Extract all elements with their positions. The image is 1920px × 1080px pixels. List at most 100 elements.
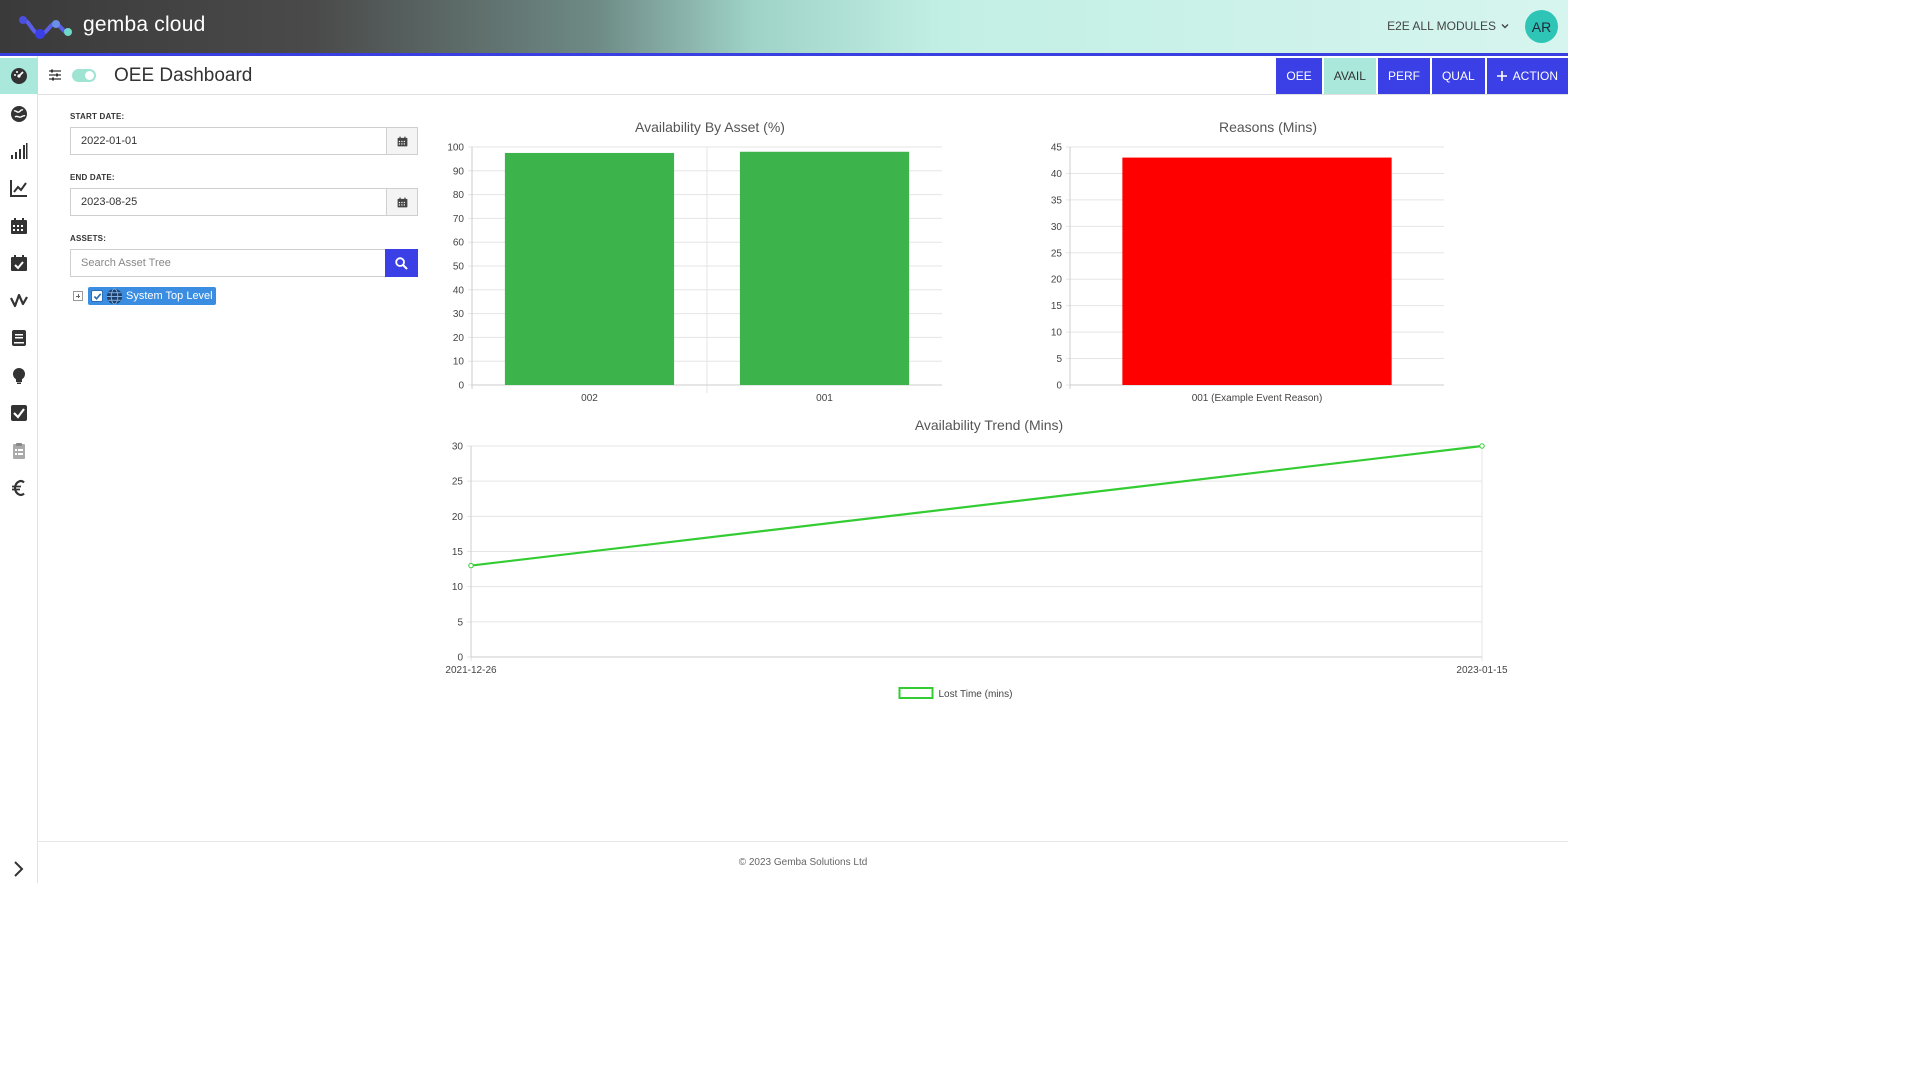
y-tick-label: 45	[1051, 143, 1063, 154]
tab-qual[interactable]: QUAL	[1431, 58, 1485, 94]
start-date-picker-button[interactable]	[386, 128, 417, 154]
x-tick-label: 2021-12-26	[445, 665, 497, 676]
calendar-icon	[11, 218, 27, 234]
signal-bars-icon	[11, 143, 28, 159]
bar	[739, 151, 910, 385]
globe-icon	[11, 106, 27, 122]
assets-label: ASSETS:	[70, 234, 107, 243]
globe-icon	[106, 287, 123, 305]
end-date-field	[70, 188, 418, 216]
y-tick-label: 20	[452, 512, 464, 523]
y-tick-label: 5	[1056, 354, 1062, 365]
tab-oee[interactable]: OEE	[1276, 58, 1322, 94]
y-tick-label: 0	[457, 653, 463, 664]
tree-node-checkbox[interactable]	[91, 290, 103, 302]
start-date-field	[70, 127, 418, 155]
availability-trend-chart: Availability Trend (Mins) 0 5 10 15 20 25 30 20…	[445, 417, 1508, 700]
y-tick-label: 50	[453, 262, 465, 273]
x-tick-label: 002	[581, 393, 598, 404]
y-tick-label: 0	[458, 381, 464, 392]
footer: © 2023 Gemba Solutions Ltd	[38, 841, 1568, 883]
page-title: OEE Dashboard	[114, 65, 253, 86]
end-date-input[interactable]	[71, 189, 381, 215]
y-tick-label: 30	[1051, 222, 1063, 233]
line-chart-icon	[10, 180, 27, 197]
availability-by-asset-chart: Availability By Asset (%) 0 10 20 30 40 50 60 7…	[447, 119, 942, 404]
sidebar-item-globe[interactable]	[0, 96, 38, 132]
y-tick-label: 35	[1051, 195, 1063, 206]
action-button-label: ACTION	[1512, 69, 1558, 83]
end-date-picker-button[interactable]	[386, 189, 417, 215]
bar	[504, 152, 675, 385]
y-tick-label: 0	[1056, 381, 1062, 392]
legend-label: Lost Time (mins)	[939, 689, 1013, 700]
y-tick-label: 10	[453, 357, 465, 368]
tree-node-label: System Top Level	[126, 290, 213, 302]
copyright-text: © 2023 Gemba Solutions Ltd	[738, 857, 868, 868]
y-tick-label: 15	[452, 547, 464, 558]
y-tick-label: 30	[452, 442, 464, 453]
calendar-icon	[397, 197, 407, 207]
asset-search-button[interactable]	[385, 249, 418, 277]
y-tick-label: 25	[452, 477, 464, 488]
clipboard-icon	[13, 443, 25, 459]
top-bar: gemba cloud E2E ALL MODULES AR	[0, 0, 1568, 53]
plus-icon	[1496, 71, 1507, 81]
y-tick-label: 10	[1051, 328, 1063, 339]
sidebar-item-logbook[interactable]	[0, 320, 38, 356]
chart-title: Reasons (Mins)	[1219, 119, 1317, 135]
y-tick-label: 60	[453, 238, 465, 249]
sidebar-item-analysis[interactable]	[0, 283, 38, 319]
sidebar-item-dashboard[interactable]	[0, 58, 38, 94]
start-date-label: START DATE:	[70, 112, 125, 121]
y-tick-label: 20	[453, 333, 465, 344]
dashboard-icon	[11, 68, 27, 84]
sidebar-item-trends[interactable]	[0, 170, 38, 206]
module-selector-label: E2E ALL MODULES	[1387, 19, 1496, 33]
brand-name: gemba cloud	[83, 13, 206, 36]
sidebar-item-audits[interactable]	[0, 433, 38, 469]
view-toggle[interactable]	[72, 69, 96, 82]
chart-title: Availability Trend (Mins)	[915, 417, 1063, 433]
y-tick-label: 10	[452, 582, 464, 593]
sidebar-item-tasks[interactable]	[0, 395, 38, 431]
lightbulb-icon	[13, 368, 25, 384]
tree-node-root[interactable]: System Top Level	[88, 287, 216, 305]
tree-expand-toggle[interactable]	[73, 291, 83, 301]
data-point	[1479, 443, 1485, 449]
gemba-logo-icon[interactable]	[18, 12, 72, 42]
start-date-input[interactable]	[71, 128, 381, 154]
sidebar-item-schedule[interactable]	[0, 245, 38, 281]
y-tick-label: 70	[453, 214, 465, 225]
y-tick-label: 15	[1051, 301, 1063, 312]
sliders-icon[interactable]	[49, 69, 61, 81]
asset-tree: System Top Level	[73, 287, 216, 305]
y-tick-label: 40	[1051, 169, 1063, 180]
action-button[interactable]: ACTION	[1486, 58, 1568, 94]
book-icon	[12, 330, 26, 346]
user-avatar[interactable]: AR	[1525, 10, 1558, 43]
euro-icon	[12, 480, 25, 496]
y-tick-label: 40	[453, 285, 465, 296]
y-tick-label: 5	[457, 617, 463, 628]
asset-search-input[interactable]	[71, 250, 383, 276]
check-icon	[93, 292, 101, 300]
asset-search-field	[70, 249, 418, 277]
module-selector[interactable]: E2E ALL MODULES	[1387, 19, 1510, 33]
sidebar-item-signal[interactable]	[0, 133, 38, 169]
x-tick-label: 001	[816, 393, 833, 404]
tab-avail[interactable]: AVAIL	[1323, 58, 1376, 94]
sidebar	[0, 56, 38, 883]
y-tick-label: 80	[453, 190, 465, 201]
filter-form: START DATE: END DATE: ASSETS:	[70, 112, 418, 295]
y-tick-label: 30	[453, 309, 465, 320]
waveform-icon	[10, 293, 28, 308]
sidebar-item-ideas[interactable]	[0, 358, 38, 394]
sidebar-item-calendar[interactable]	[0, 208, 38, 244]
sidebar-item-costs[interactable]	[0, 470, 38, 506]
calendar-icon	[397, 136, 407, 146]
end-date-label: END DATE:	[70, 173, 115, 182]
checkbox-icon	[11, 405, 27, 421]
chevron-right-icon[interactable]	[10, 860, 28, 878]
tab-perf[interactable]: PERF	[1377, 58, 1430, 94]
